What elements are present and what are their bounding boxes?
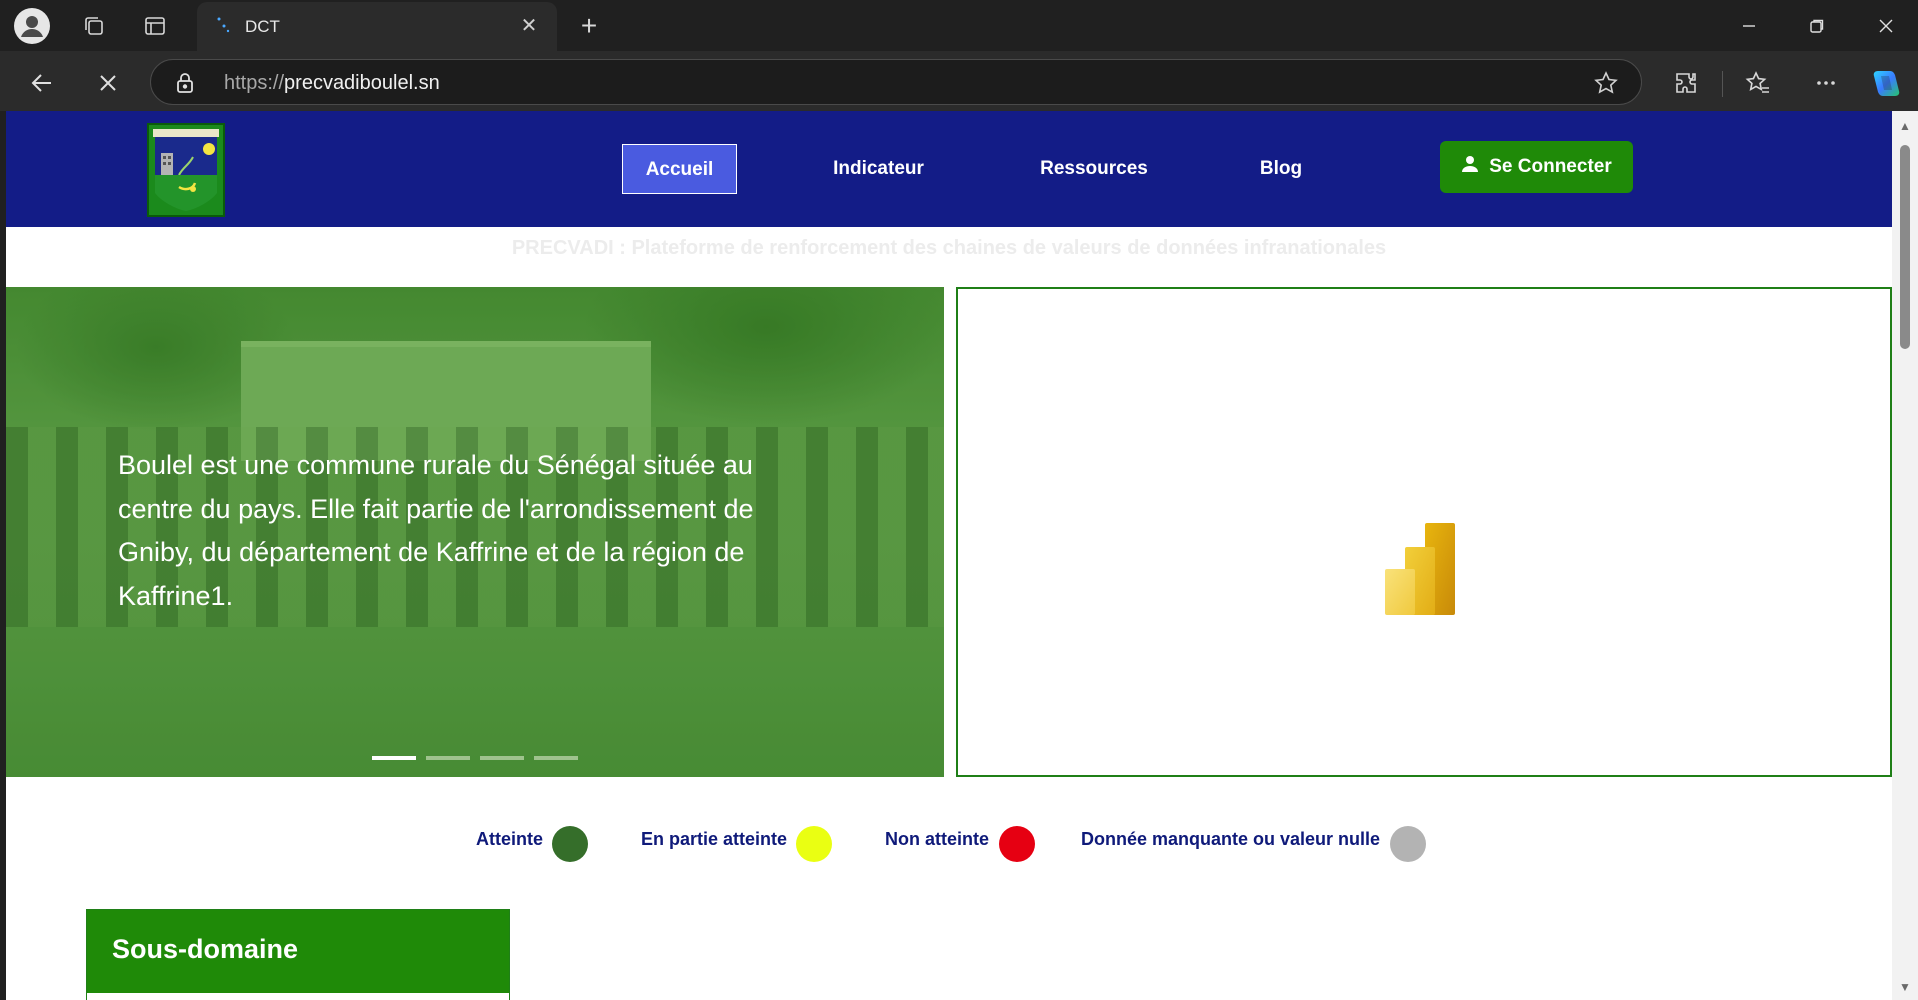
browser-tab-bar: DCT ✕ + (0, 0, 1918, 51)
copilot-icon[interactable] (1866, 63, 1906, 103)
user-icon (1461, 155, 1479, 179)
status-legend: Atteinte En partie atteinte Non atteinte… (6, 822, 1892, 862)
subdomain-card: Sous-domaine (86, 909, 510, 1000)
legend-label-manquante: Donnée manquante ou valeur nulle (1081, 829, 1381, 849)
scroll-thumb[interactable] (1900, 145, 1910, 349)
powerbi-loading-icon (1385, 523, 1455, 622)
close-tab-icon[interactable]: ✕ (515, 12, 543, 40)
close-window-icon[interactable] (1863, 8, 1909, 44)
favorite-star-icon[interactable] (1593, 70, 1619, 96)
carousel-dot-4[interactable] (534, 756, 578, 760)
carousel-dot-2[interactable] (426, 756, 470, 760)
legend-dot-atteinte (552, 826, 588, 862)
extensions-icon[interactable] (1666, 63, 1706, 103)
legend-dot-non-atteinte (999, 826, 1035, 862)
new-tab-icon[interactable]: + (572, 10, 606, 44)
tab-actions-icon[interactable] (138, 9, 172, 43)
restore-icon[interactable] (1794, 8, 1840, 44)
carousel-dot-1[interactable] (372, 756, 416, 760)
stop-icon[interactable] (88, 63, 128, 103)
back-icon[interactable] (22, 63, 62, 103)
carousel-indicators (372, 756, 578, 760)
minimize-icon[interactable] (1726, 8, 1772, 44)
browser-toolbar: https://precvadiboulel.sn (0, 51, 1918, 111)
carousel-dot-3[interactable] (480, 756, 524, 760)
lock-icon[interactable] (175, 72, 195, 94)
more-icon[interactable] (1806, 63, 1846, 103)
legend-label-non-atteinte: Non atteinte (885, 829, 990, 849)
hero-caption: Boulel est une commune rurale du Sénégal… (118, 450, 754, 611)
connect-label: Se Connecter (1489, 156, 1612, 177)
powerbi-embed-panel[interactable] (956, 287, 1892, 777)
nav-accueil[interactable]: Accueil (622, 144, 737, 194)
workspaces-icon[interactable] (77, 9, 111, 43)
site-logo[interactable] (147, 123, 225, 217)
favorites-icon[interactable] (1738, 63, 1778, 103)
legend-label-atteinte: Atteinte (476, 829, 543, 849)
page-scrollbar[interactable]: ▲ ▼ (1892, 111, 1918, 1000)
scroll-down-icon[interactable]: ▼ (1898, 980, 1912, 994)
nav-blog[interactable]: Blog (1241, 144, 1321, 194)
url-text[interactable]: https://precvadiboulel.sn (224, 72, 440, 95)
active-tab[interactable]: DCT ✕ (197, 2, 557, 51)
subdomain-title: Sous-domaine (87, 910, 509, 993)
platform-subtitle: PRECVADI : Plateforme de renforcement de… (511, 237, 1387, 259)
connect-button[interactable]: Se Connecter (1440, 141, 1633, 193)
loading-favicon-icon (215, 16, 233, 34)
profile-icon[interactable] (14, 8, 50, 44)
nav-indicateur[interactable]: Indicateur (821, 144, 936, 194)
hero-carousel[interactable]: Boulel est une commune rurale du Sénégal… (6, 287, 944, 777)
legend-dot-en-partie (796, 826, 832, 862)
legend-dot-manquante (1390, 826, 1426, 862)
tab-title: DCT (245, 17, 280, 36)
site-header: Accueil Indicateur Ressources Blog Se Co… (6, 111, 1892, 227)
legend-label-en-partie: En partie atteinte (641, 829, 788, 849)
nav-ressources[interactable]: Ressources (1029, 144, 1159, 194)
page-viewport: Accueil Indicateur Ressources Blog Se Co… (6, 111, 1892, 1000)
address-bar[interactable]: https://precvadiboulel.sn (150, 59, 1642, 105)
scroll-up-icon[interactable]: ▲ (1898, 119, 1912, 133)
toolbar-divider (1722, 71, 1723, 97)
